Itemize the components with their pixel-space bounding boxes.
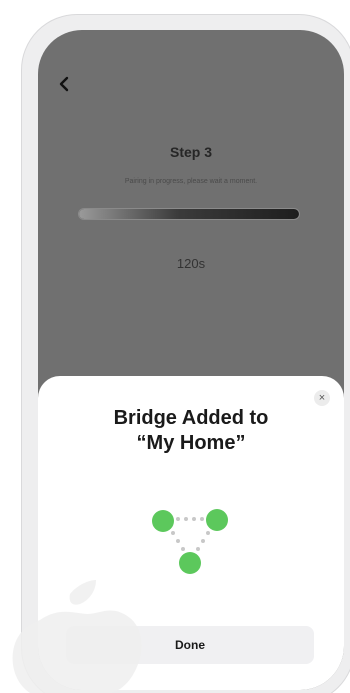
done-button[interactable]: Done xyxy=(66,626,314,664)
back-button[interactable] xyxy=(58,74,78,96)
pairing-progress-bar xyxy=(78,208,300,220)
close-button[interactable]: × xyxy=(314,390,330,406)
phone-screen: Step 3 Pairing in progress, please wait … xyxy=(38,30,344,690)
step-title: Step 3 xyxy=(169,144,212,160)
sheet-title: Bridge Added to “My Home” xyxy=(38,406,344,456)
bridge-added-sheet: × Bridge Added to “My Home” Done xyxy=(38,376,344,690)
close-icon: × xyxy=(318,392,326,404)
page: Step 3 Pairing in progress, please wait … xyxy=(0,0,350,693)
chevron-left-icon xyxy=(59,76,69,92)
countdown-timer: 120s xyxy=(176,256,206,271)
pairing-status-text: Pairing in progress, please wait a momen… xyxy=(124,178,258,185)
sheet-title-line-2: “My Home” xyxy=(136,432,246,454)
bridge-network-icon xyxy=(152,509,228,574)
pairing-progress-fill xyxy=(79,209,299,219)
sheet-title-line-1: Bridge Added to xyxy=(113,407,269,429)
